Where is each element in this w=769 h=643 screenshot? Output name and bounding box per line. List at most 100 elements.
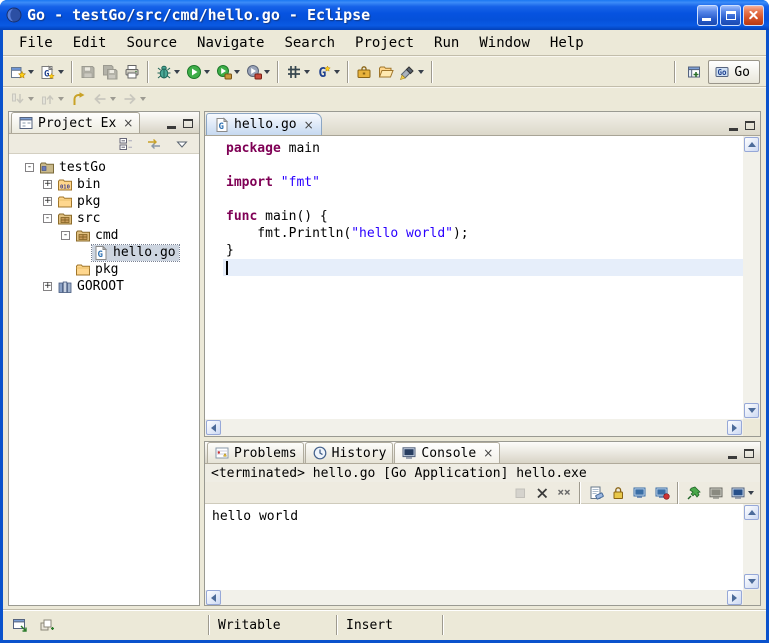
collapse-all-button[interactable] [115,132,137,156]
menu-item-edit[interactable]: Edit [63,33,117,53]
tab-project-explorer[interactable]: Project Ex × [11,112,140,133]
save-button[interactable] [77,60,99,84]
dropdown-arrow-icon[interactable] [334,70,340,74]
collapse-toggle-icon[interactable]: - [25,163,34,172]
remove-all-launches-button[interactable] [553,481,575,505]
dropdown-arrow-icon[interactable] [174,70,180,74]
open-console-button[interactable] [727,481,757,505]
tree-label-group[interactable]: GOROOT [56,279,127,295]
menu-item-search[interactable]: Search [274,33,345,53]
maximize-view-button[interactable] [183,119,193,128]
minimize-button[interactable] [697,5,718,26]
tree-label-group[interactable]: testGo [38,160,109,176]
new-go-file-button[interactable]: G [313,60,343,84]
fast-view-button[interactable] [9,613,31,637]
dropdown-arrow-icon[interactable] [234,70,240,74]
collapse-toggle-icon[interactable]: - [61,231,70,240]
editor-body[interactable]: package mainimport "fmt"func main() { fm… [205,136,760,436]
search-button[interactable] [397,60,427,84]
dropdown-arrow-icon[interactable] [110,97,116,101]
expand-toggle-icon[interactable]: + [43,282,52,291]
tree-item-testgo[interactable]: -testGo [9,159,199,176]
menu-item-help[interactable]: Help [540,33,594,53]
run-external-button[interactable] [213,60,243,84]
new-wizard-button[interactable] [7,60,37,84]
run-button[interactable] [183,60,213,84]
dropdown-arrow-icon[interactable] [140,97,146,101]
annotation-ruler[interactable] [205,136,223,419]
maximize-view-button[interactable] [744,449,754,458]
scroll-left-button[interactable] [206,590,221,605]
open-type-button[interactable] [353,60,375,84]
dropdown-arrow-icon[interactable] [28,97,34,101]
close-tab-icon[interactable]: × [123,116,133,130]
close-tab-icon[interactable]: × [304,118,314,132]
dropdown-arrow-icon[interactable] [58,70,64,74]
scroll-right-button[interactable] [727,590,742,605]
scroll-up-button[interactable] [744,137,759,152]
scroll-right-button[interactable] [727,420,742,435]
dropdown-arrow-icon[interactable] [304,70,310,74]
last-edit-location-button[interactable] [67,89,89,109]
tree-item-bin[interactable]: +010bin [9,176,199,193]
trim-stack-button[interactable] [36,613,58,637]
clear-console-button[interactable] [585,481,607,505]
tab-hello-go[interactable]: G hello.go × [206,113,322,135]
scroll-down-button[interactable] [744,574,759,589]
tree-item-src[interactable]: -src [9,210,199,227]
tree-label-group[interactable]: src [56,211,103,227]
terminate-button[interactable] [509,481,531,505]
remove-launch-button[interactable] [531,481,553,505]
tree-selection[interactable]: Ghello.go [92,245,179,261]
display-selected-console-button[interactable] [705,481,727,505]
code-area[interactable]: package mainimport "fmt"func main() { fm… [223,136,743,419]
menu-item-source[interactable]: Source [116,33,187,53]
minimize-view-button[interactable] [167,126,176,129]
dropdown-arrow-icon[interactable] [748,491,754,495]
scroll-lock-button[interactable] [607,481,629,505]
tab-problems[interactable]: Problems [207,442,304,463]
scroll-up-button[interactable] [744,505,759,520]
show-stdout-button[interactable] [629,481,651,505]
show-stderr-button[interactable] [651,481,673,505]
scroll-left-button[interactable] [206,420,221,435]
menu-item-window[interactable]: Window [469,33,540,53]
debug-button[interactable] [153,60,183,84]
open-perspective-button[interactable] [683,60,705,84]
tab-history[interactable]: History [305,442,394,463]
tree-label-group[interactable]: cmd [74,228,121,244]
pin-console-button[interactable] [683,481,705,505]
editor-horizontal-scrollbar[interactable] [205,419,743,436]
tree-item-hello-go[interactable]: Ghello.go [9,244,199,261]
tab-console[interactable]: Console× [394,442,500,463]
tree-label-group[interactable]: pkg [56,194,103,210]
console-vertical-scrollbar[interactable] [743,504,760,590]
console-body[interactable]: hello world [205,504,760,605]
back-button[interactable] [89,89,119,109]
tree-item-cmd[interactable]: -cmd [9,227,199,244]
maximize-view-button[interactable] [745,121,755,130]
tree-item-pkg[interactable]: pkg [9,261,199,278]
open-resource-button[interactable] [375,60,397,84]
close-tab-icon[interactable]: × [483,446,493,460]
editor-vertical-scrollbar[interactable] [743,136,760,419]
tree-item-pkg[interactable]: + pkg [9,193,199,210]
go-perspective-button[interactable]: Go Go [708,60,760,84]
expand-toggle-icon[interactable]: + [43,197,52,206]
collapse-toggle-icon[interactable]: - [43,214,52,223]
console-horizontal-scrollbar[interactable] [205,590,743,605]
minimize-view-button[interactable] [729,128,738,131]
dropdown-arrow-icon[interactable] [204,70,210,74]
menu-item-file[interactable]: File [9,33,63,53]
menu-item-project[interactable]: Project [345,33,424,53]
tree-label-group[interactable]: 010bin [56,177,103,193]
dropdown-arrow-icon[interactable] [418,70,424,74]
scroll-down-button[interactable] [744,403,759,418]
new-go-button[interactable]: G [37,60,67,84]
close-button[interactable] [743,5,764,26]
maximize-button[interactable] [720,5,741,26]
tree-label-group[interactable]: pkg [74,262,121,278]
title-bar[interactable]: Go - testGo/src/cmd/hello.go - Eclipse [0,0,769,30]
print-button[interactable] [121,60,143,84]
minimize-view-button[interactable] [728,456,737,459]
